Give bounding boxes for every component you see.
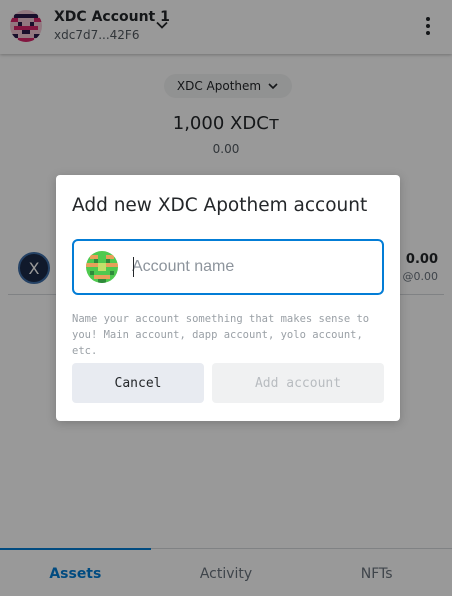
helper-text: Name your account something that makes s… — [72, 313, 370, 357]
modal-title: Add new XDC Apothem account — [72, 195, 368, 216]
cancel-button[interactable]: Cancel — [72, 363, 204, 403]
account-name-input[interactable] — [132, 253, 370, 281]
text-caret — [133, 257, 134, 277]
identicon-icon — [86, 251, 118, 283]
add-account-button[interactable]: Add account — [212, 363, 384, 403]
add-account-modal: Add new XDC Apothem account Account name… — [56, 175, 400, 421]
wallet-app: XDC Account 1 xdc7d7...42F6 XDC Apothem … — [0, 0, 452, 596]
account-name-field[interactable] — [72, 239, 384, 295]
